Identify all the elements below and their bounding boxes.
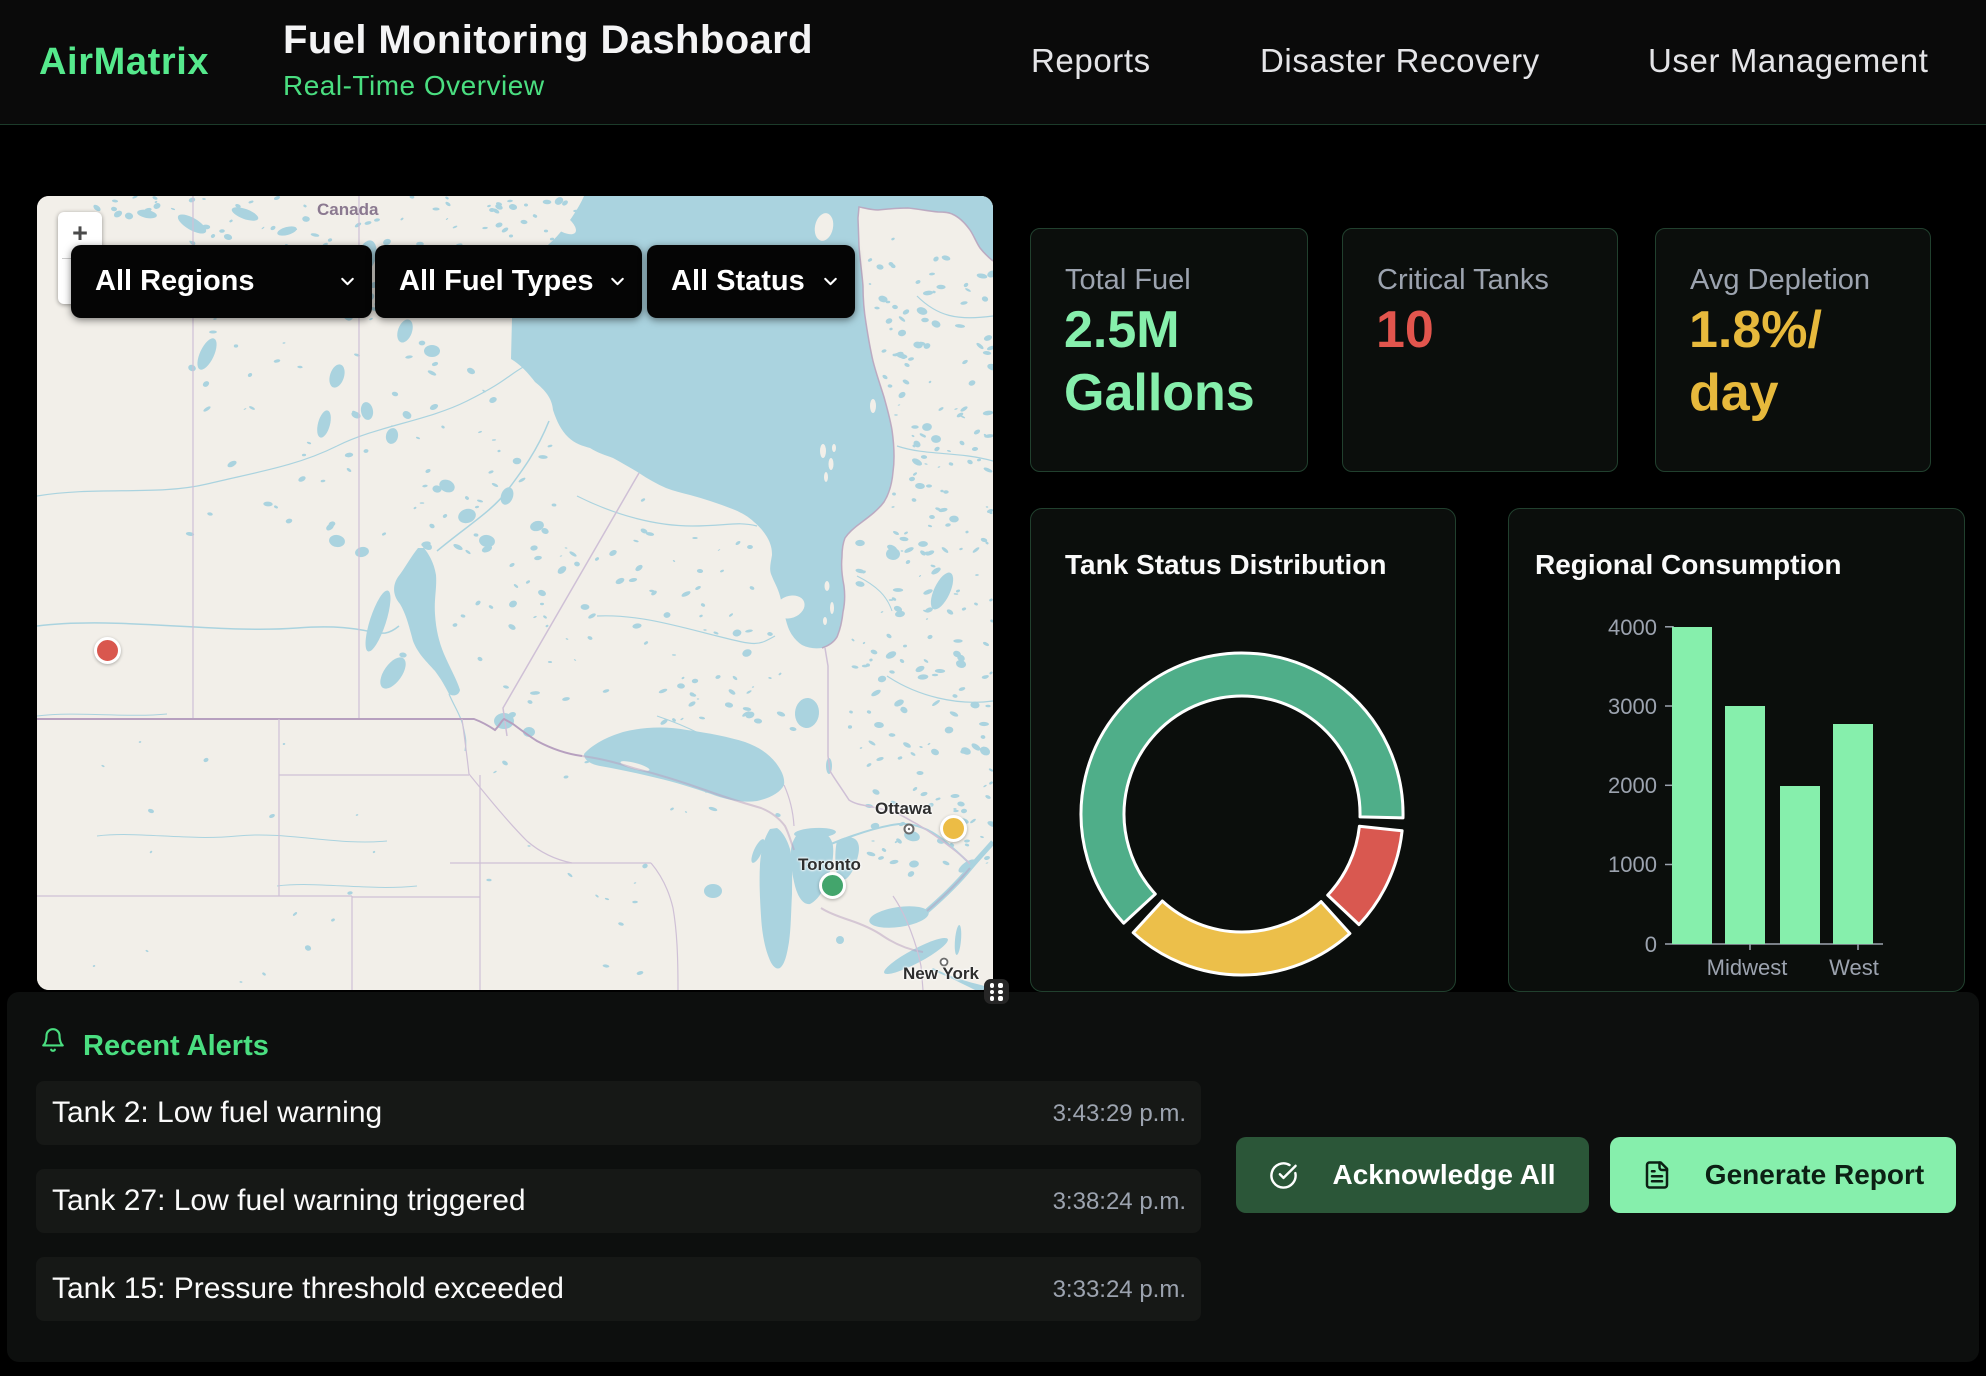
svg-text:3000: 3000: [1608, 694, 1657, 719]
svg-text:2000: 2000: [1608, 773, 1657, 798]
svg-text:4000: 4000: [1608, 615, 1657, 640]
svg-text:1000: 1000: [1608, 852, 1657, 877]
svg-text:Midwest: Midwest: [1707, 955, 1788, 980]
svg-text:West: West: [1829, 955, 1879, 980]
svg-text:0: 0: [1645, 932, 1657, 957]
